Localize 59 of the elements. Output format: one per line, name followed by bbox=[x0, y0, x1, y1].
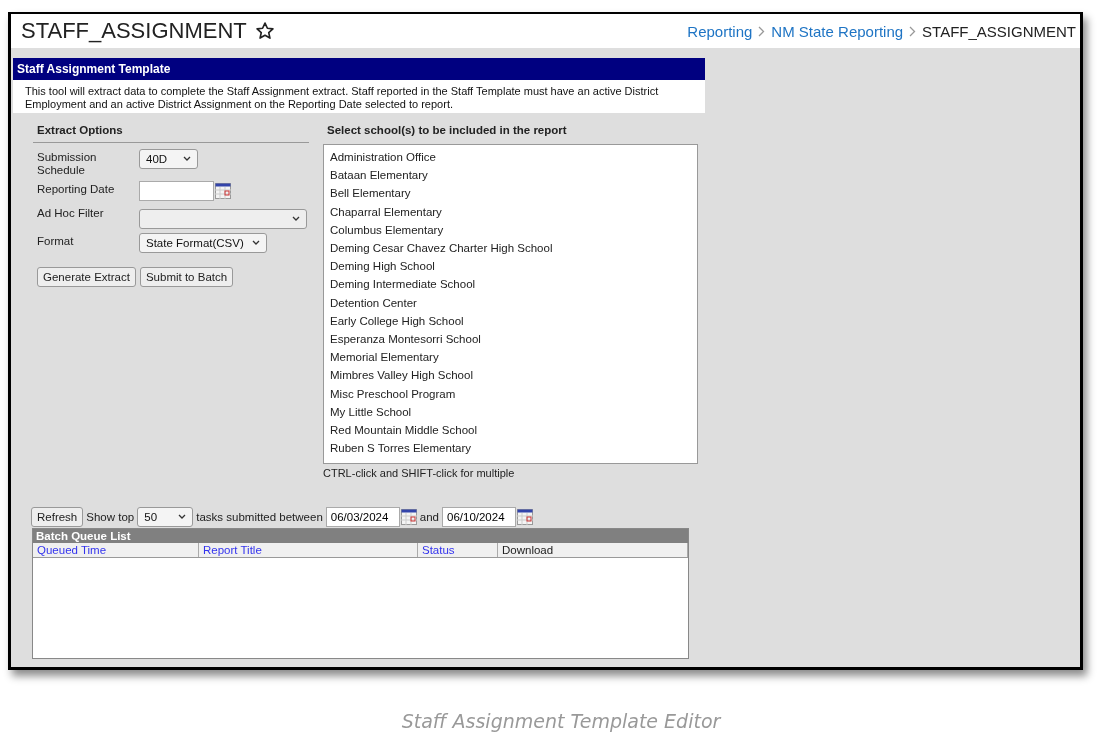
school-option[interactable]: Bell Elementary bbox=[324, 184, 697, 203]
chevron-down-icon bbox=[178, 514, 187, 520]
school-option[interactable]: Administration Office bbox=[324, 148, 697, 167]
hint-text: CTRL-click and SHIFT-click for multiple bbox=[323, 466, 516, 479]
breadcrumb-link[interactable]: Reporting bbox=[687, 22, 753, 40]
panel-title: Staff Assignment Template bbox=[13, 58, 705, 80]
chevron-down-icon bbox=[292, 216, 300, 222]
school-option[interactable]: Misc Preschool Program bbox=[324, 384, 697, 403]
date-field[interactable]: 06/03/2024 bbox=[325, 507, 400, 527]
section-heading: Extract Options bbox=[36, 123, 124, 138]
school-option[interactable]: Columbus Elementary bbox=[324, 220, 697, 239]
section-heading: Select school(s) to be included in the report bbox=[326, 123, 568, 138]
chevron-down-icon bbox=[183, 156, 191, 162]
chevron-down-icon bbox=[251, 240, 260, 246]
calendar-icon[interactable] bbox=[400, 509, 417, 525]
school-option[interactable]: Detention Center bbox=[324, 293, 697, 312]
action-button[interactable]: Generate Extract bbox=[37, 267, 136, 287]
school-option[interactable]: Ruben S Torres Elementary bbox=[324, 439, 697, 458]
date-field[interactable]: 06/10/2024 bbox=[442, 507, 516, 527]
school-option[interactable]: Chaparral Elementary bbox=[324, 202, 697, 221]
current-page-text: STAFF_ASSIGNMENT bbox=[922, 22, 1076, 40]
field-label: Ad Hoc Filter bbox=[36, 206, 105, 220]
column-header: Download bbox=[498, 543, 688, 557]
table-title: Batch Queue List bbox=[33, 529, 688, 543]
column-header[interactable]: Queued Time bbox=[33, 543, 199, 557]
dropdown[interactable]: State Format(CSV) bbox=[139, 233, 267, 253]
column-header[interactable]: Report Title bbox=[199, 543, 418, 557]
description-text: This tool will extract data to complete the Staff Assignment extract. Staff reported in the Staff Template must have an active District Employment and an active District Assignment on the Reporting Date selected to report. bbox=[13, 80, 705, 113]
and-label: and bbox=[419, 511, 439, 523]
show-top-label: Show top bbox=[86, 511, 135, 523]
field-label: Submission Schedule bbox=[36, 150, 98, 177]
refresh-button[interactable]: Refresh bbox=[31, 507, 84, 527]
school-option[interactable]: Mimbres Valley High School bbox=[324, 366, 697, 385]
calendar-icon[interactable] bbox=[215, 183, 231, 199]
chevron-right-icon bbox=[909, 25, 917, 37]
dropdown[interactable]: 50 bbox=[137, 507, 194, 527]
school-listbox[interactable] bbox=[323, 144, 698, 464]
breadcrumb-link[interactable]: NM State Reporting bbox=[771, 22, 904, 40]
school-option[interactable]: Deming High School bbox=[324, 257, 697, 276]
between-label: tasks submitted between bbox=[196, 511, 323, 523]
dropdown[interactable]: 40D bbox=[139, 149, 198, 169]
action-button[interactable]: Submit to Batch bbox=[139, 267, 234, 287]
school-option[interactable]: Bataan Elementary bbox=[324, 166, 697, 185]
school-option[interactable]: Esperanza Montesorri School bbox=[324, 330, 697, 349]
school-option[interactable]: Red Mountain Middle School bbox=[324, 421, 697, 440]
chevron-right-icon bbox=[758, 25, 766, 37]
school-option[interactable]: Deming Intermediate School bbox=[324, 275, 697, 294]
field-label: Reporting Date bbox=[36, 182, 116, 196]
calendar-icon[interactable] bbox=[517, 509, 533, 525]
field-label: Format bbox=[36, 234, 75, 248]
figure-caption: Staff Assignment Template Editor bbox=[400, 710, 723, 732]
school-option[interactable]: Early College High School bbox=[324, 311, 697, 331]
page-title: STAFF_ASSIGNMENT bbox=[21, 18, 247, 44]
star-icon[interactable] bbox=[254, 21, 275, 41]
date-field[interactable] bbox=[139, 181, 214, 201]
school-option[interactable]: My Little School bbox=[324, 402, 697, 422]
column-header[interactable]: Status bbox=[418, 543, 498, 557]
school-option[interactable]: Deming Cesar Chavez Charter High School bbox=[324, 239, 697, 258]
school-option[interactable]: Memorial Elementary bbox=[324, 348, 697, 367]
